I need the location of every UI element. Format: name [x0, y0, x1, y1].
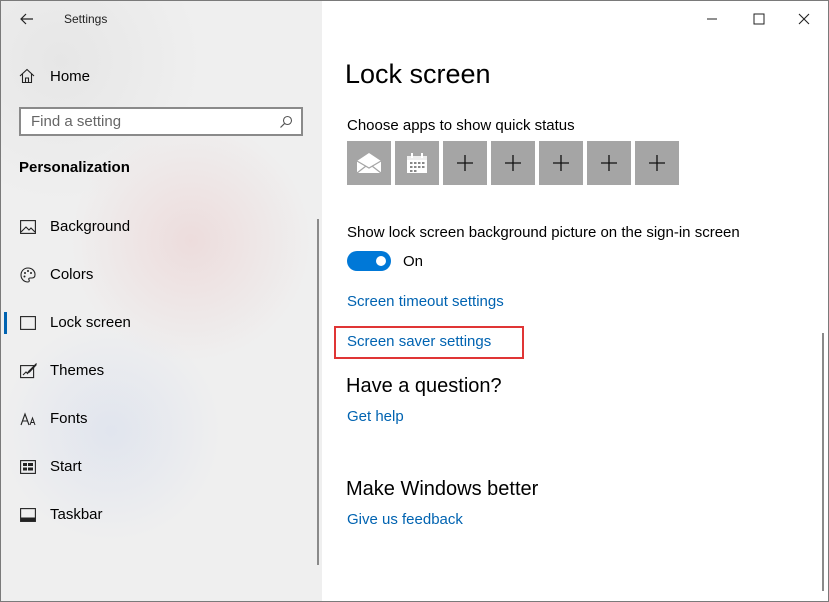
title-bar: Settings [1, 1, 322, 37]
page-title: Lock screen [345, 59, 491, 89]
give-feedback-link[interactable]: Give us feedback [347, 511, 463, 528]
quick-status-tile-add[interactable] [587, 141, 631, 185]
sidebar-item-fonts[interactable]: Fonts [1, 399, 322, 439]
plus-icon [601, 155, 617, 171]
quick-status-tiles [347, 141, 679, 185]
sidebar-item-label: Start [50, 458, 82, 475]
selection-indicator [4, 312, 7, 334]
quick-status-tile-add[interactable] [443, 141, 487, 185]
close-button[interactable] [781, 5, 827, 33]
palette-icon [19, 266, 37, 284]
plus-icon [505, 155, 521, 171]
sidebar-item-label: Colors [50, 266, 94, 283]
sidebar-item-label: Themes [50, 362, 105, 379]
search-icon[interactable] [279, 115, 293, 129]
plus-icon [553, 155, 569, 171]
make-windows-better-heading: Make Windows better [346, 478, 539, 500]
calendar-icon [407, 153, 427, 173]
minimize-icon [707, 18, 717, 20]
signin-background-label: Show lock screen background picture on t… [347, 224, 740, 241]
mail-icon [356, 153, 382, 174]
image-icon [19, 218, 37, 236]
sidebar-item-label: Background [50, 218, 131, 235]
home-icon [19, 68, 35, 84]
sidebar-item-label: Taskbar [50, 506, 103, 523]
maximize-button[interactable] [736, 5, 782, 33]
sidebar-item-lock-screen[interactable]: Lock screen [1, 303, 322, 343]
sidebar-item-label: Lock screen [50, 314, 131, 331]
plus-icon [457, 155, 473, 171]
start-icon [19, 458, 37, 476]
quick-status-tile-calendar[interactable] [395, 141, 439, 185]
close-icon [798, 13, 810, 25]
question-heading: Have a question? [346, 375, 502, 397]
themes-icon [19, 362, 37, 380]
main-scrollbar[interactable] [822, 333, 824, 591]
lock-screen-icon [19, 314, 37, 332]
sidebar-item-themes[interactable]: Themes [1, 351, 322, 391]
back-button[interactable] [15, 7, 39, 31]
app-title: Settings [64, 12, 108, 26]
maximize-icon [753, 13, 765, 25]
sidebar-item-label: Home [50, 67, 91, 85]
quick-status-tile-mail[interactable] [347, 141, 391, 185]
fonts-icon [19, 410, 37, 428]
minimize-button[interactable] [689, 5, 735, 33]
plus-icon [649, 155, 665, 171]
section-title: Personalization [19, 159, 130, 176]
settings-window: Settings Home Personalization Background… [0, 0, 829, 602]
search-input[interactable] [21, 112, 273, 131]
signin-background-toggle[interactable] [347, 251, 391, 271]
toggle-knob [376, 256, 386, 266]
quick-status-label: Choose apps to show quick status [347, 117, 575, 134]
sidebar-item-taskbar[interactable]: Taskbar [1, 495, 322, 535]
sidebar-item-home[interactable]: Home [19, 63, 90, 89]
toggle-state-label: On [403, 253, 424, 270]
quick-status-tile-add[interactable] [539, 141, 583, 185]
sidebar-item-label: Fonts [50, 410, 88, 427]
quick-status-tile-add[interactable] [491, 141, 535, 185]
search-box[interactable] [19, 107, 303, 136]
sidebar-item-colors[interactable]: Colors [1, 255, 322, 295]
sidebar-scrollbar[interactable] [317, 219, 319, 565]
back-arrow-icon [20, 13, 33, 25]
quick-status-tile-add[interactable] [635, 141, 679, 185]
screen-saver-link[interactable]: Screen saver settings [347, 333, 491, 350]
sidebar-item-start[interactable]: Start [1, 447, 322, 487]
taskbar-icon [19, 506, 37, 524]
main-content: Lock screen Choose apps to show quick st… [322, 1, 828, 601]
sidebar: Settings Home Personalization Background… [1, 1, 322, 601]
get-help-link[interactable]: Get help [347, 408, 404, 425]
screen-timeout-link[interactable]: Screen timeout settings [347, 293, 504, 310]
sidebar-item-background[interactable]: Background [1, 207, 322, 247]
